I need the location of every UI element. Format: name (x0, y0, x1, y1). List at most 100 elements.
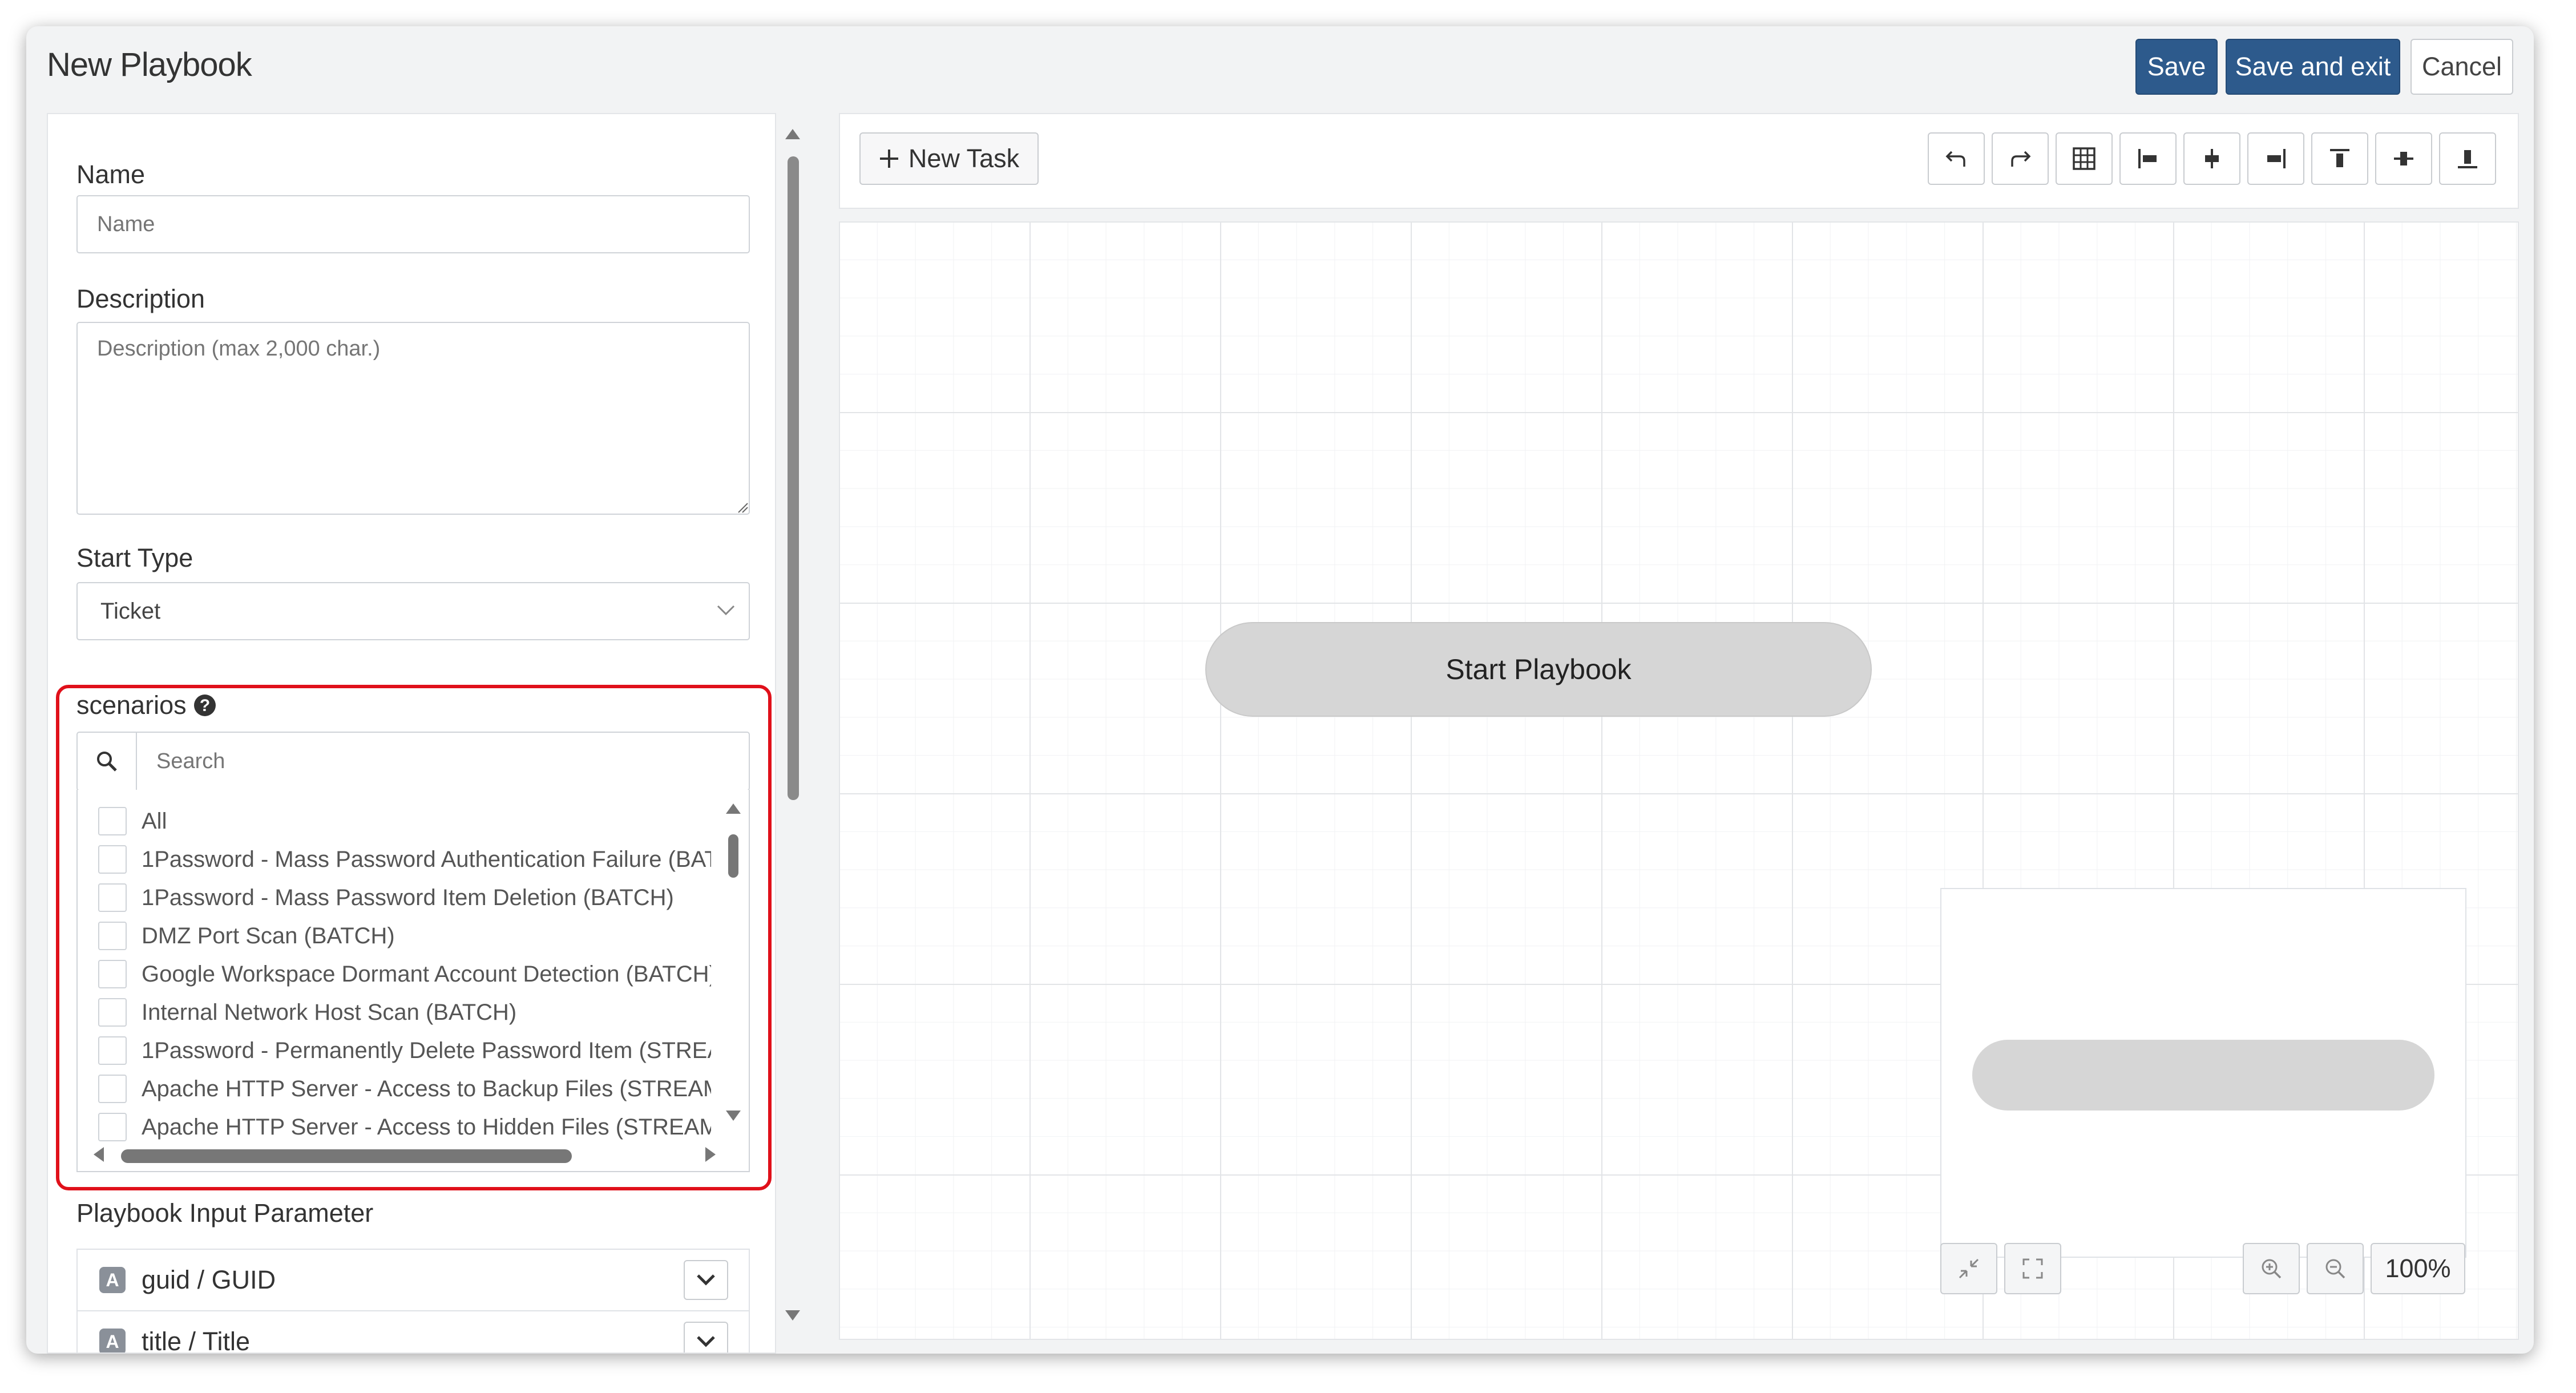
search-icon (97, 752, 117, 772)
expand-parameter-button[interactable] (684, 1260, 728, 1300)
scroll-down-arrow-icon[interactable] (725, 1109, 742, 1122)
scenarios-label-row: scenarios ? (76, 691, 216, 720)
align-bottom-icon (2458, 150, 2477, 168)
scenario-checkbox[interactable] (98, 1113, 127, 1141)
plus-icon (879, 150, 898, 168)
align-right-icon (2267, 149, 2286, 168)
scenarios-label: scenarios (76, 691, 187, 720)
scroll-up-arrow-icon[interactable] (725, 802, 742, 815)
canvas-toolbar: New Task (839, 113, 2519, 209)
scenario-checkbox[interactable] (98, 998, 127, 1027)
scenario-checkbox[interactable] (98, 1036, 127, 1065)
scenario-label: DMZ Port Scan (BATCH) (142, 923, 395, 948)
scenario-label: Apache HTTP Server - Access to Hidden Fi… (142, 1114, 711, 1140)
dialog-title: New Playbook (47, 46, 252, 83)
align-right-button[interactable] (2247, 132, 2304, 185)
align-middle-icon (2394, 152, 2413, 165)
scenario-label: All (142, 808, 167, 834)
undo-button[interactable] (1928, 132, 1985, 185)
align-center-button[interactable] (2183, 132, 2240, 185)
align-left-icon (2138, 149, 2157, 168)
name-input[interactable] (76, 195, 750, 253)
save-button[interactable]: Save (2135, 39, 2218, 95)
cancel-button[interactable]: Cancel (2411, 39, 2513, 95)
grid-icon (2073, 147, 2095, 170)
start-type-value: Ticket (100, 598, 161, 624)
scenarios-vertical-scrollbar-thumb[interactable] (728, 834, 738, 878)
help-icon[interactable]: ? (193, 694, 216, 717)
scenario-checkbox[interactable] (98, 845, 127, 874)
scroll-right-arrow-icon[interactable] (704, 1146, 717, 1163)
text-type-badge: A (99, 1329, 126, 1352)
start-type-label: Start Type (76, 543, 193, 572)
scenario-label: Apache HTTP Server - Access to Backup Fi… (142, 1076, 711, 1101)
scenario-item[interactable]: Google Workspace Dormant Account Detecti… (78, 955, 711, 993)
panel-scroll-up-icon[interactable] (784, 128, 801, 140)
scenario-item[interactable]: 1Password - Mass Password Authentication… (78, 841, 711, 878)
align-top-icon (2330, 149, 2349, 167)
input-parameter-row: A title / Title (76, 1310, 750, 1354)
zoom-out-icon (2325, 1259, 2345, 1279)
text-type-badge: A (99, 1267, 126, 1293)
scenario-checkbox[interactable] (98, 960, 127, 988)
collapse-icon (1959, 1258, 1979, 1279)
new-task-label: New Task (908, 144, 1020, 173)
svg-text:?: ? (199, 696, 209, 715)
fit-to-screen-button[interactable] (2004, 1243, 2061, 1294)
zoom-in-button[interactable] (2243, 1243, 2300, 1294)
panel-scrollbar-thumb[interactable] (788, 156, 799, 800)
scenario-item[interactable]: Apache HTTP Server - Access to Hidden Fi… (78, 1108, 711, 1146)
save-and-exit-button[interactable]: Save and exit (2226, 39, 2400, 95)
description-label: Description (76, 284, 205, 313)
input-parameter-name: guid / GUID (142, 1265, 276, 1294)
zoom-out-button[interactable] (2307, 1243, 2364, 1294)
grid-toggle-button[interactable] (2056, 132, 2113, 185)
playbook-canvas[interactable]: Start Playbook (839, 221, 2519, 1340)
scenario-label: 1Password - Mass Password Authentication… (142, 846, 711, 872)
scenarios-horizontal-scrollbar-thumb[interactable] (121, 1149, 572, 1163)
align-left-button[interactable] (2119, 132, 2177, 185)
input-parameter-name: title / Title (142, 1327, 251, 1354)
chevron-down-icon (717, 605, 735, 616)
scenario-checkbox[interactable] (98, 807, 127, 835)
collapse-minimap-button[interactable] (1940, 1243, 1997, 1294)
resize-handle-icon[interactable] (737, 502, 749, 514)
start-type-select[interactable]: Ticket (76, 582, 750, 640)
minimap[interactable] (1940, 888, 2466, 1258)
scenario-item[interactable]: All (78, 802, 711, 840)
fullscreen-icon (2022, 1258, 2043, 1279)
scenario-item[interactable]: DMZ Port Scan (BATCH) (78, 917, 711, 955)
align-bottom-button[interactable] (2439, 132, 2496, 185)
input-parameter-label: Playbook Input Parameter (76, 1198, 374, 1228)
align-top-button[interactable] (2311, 132, 2368, 185)
scenario-item[interactable]: 1Password - Permanently Delete Password … (78, 1032, 711, 1069)
minimap-node (1972, 1040, 2434, 1111)
scenario-checkbox[interactable] (98, 1075, 127, 1103)
scenarios-list: All 1Password - Mass Password Authentica… (76, 790, 750, 1172)
search-icon-cell (78, 733, 137, 790)
scroll-left-arrow-icon[interactable] (92, 1146, 105, 1163)
align-middle-button[interactable] (2375, 132, 2432, 185)
panel-scroll-down-icon[interactable] (784, 1309, 801, 1322)
scenario-checkbox[interactable] (98, 922, 127, 950)
zoom-in-icon (2262, 1259, 2282, 1279)
scenario-item[interactable]: Apache HTTP Server - Access to Backup Fi… (78, 1070, 711, 1108)
scenario-label: Google Workspace Dormant Account Detecti… (142, 961, 711, 987)
new-task-button[interactable]: New Task (859, 132, 1039, 185)
scenario-label: 1Password - Mass Password Item Deletion … (142, 885, 674, 910)
scenario-item[interactable]: 1Password - Mass Password Item Deletion … (78, 879, 711, 916)
chevron-down-icon (697, 1336, 715, 1347)
name-label: Name (76, 160, 146, 189)
scenarios-search-input[interactable] (137, 749, 749, 774)
input-parameter-row: A guid / GUID (76, 1249, 750, 1311)
scenario-checkbox[interactable] (98, 883, 127, 912)
align-center-icon (2205, 149, 2219, 168)
expand-parameter-button[interactable] (684, 1322, 728, 1352)
redo-button[interactable] (1992, 132, 2049, 185)
description-textarea[interactable] (76, 322, 750, 515)
scenario-item[interactable]: Internal Network Host Scan (BATCH) (78, 994, 711, 1031)
start-playbook-node[interactable]: Start Playbook (1205, 622, 1872, 717)
new-playbook-dialog: New Playbook Save Save and exit Cancel N… (26, 26, 2534, 1354)
zoom-level-display[interactable]: 100% (2371, 1243, 2465, 1294)
undo-icon (1945, 151, 1965, 167)
